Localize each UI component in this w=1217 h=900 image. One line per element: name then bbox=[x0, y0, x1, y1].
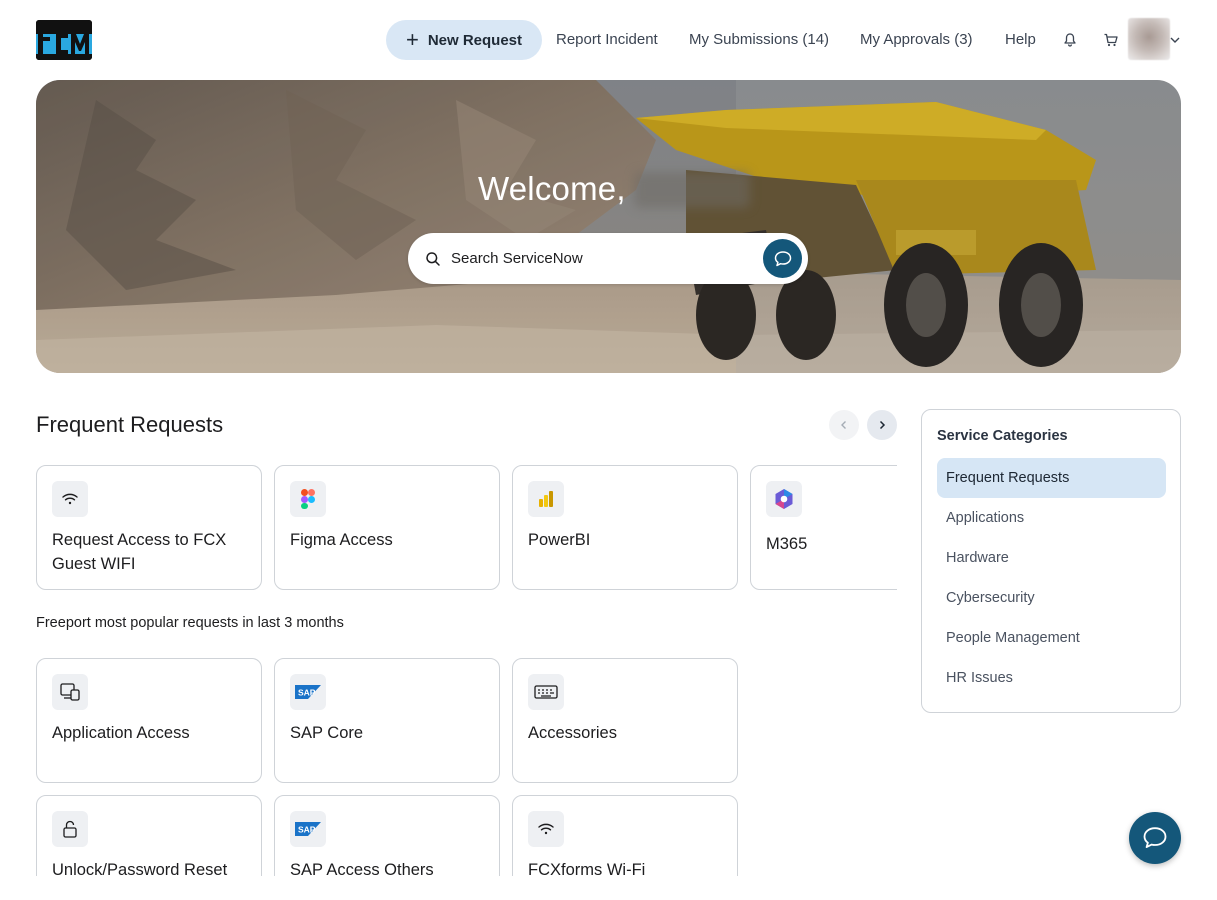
card-label: Unlock/Password Reset bbox=[52, 861, 228, 876]
popular-requests-grid: Application Access SAP SAP Core Accessor… bbox=[36, 658, 738, 876]
search-input[interactable] bbox=[451, 250, 751, 267]
lock-icon bbox=[52, 811, 88, 847]
mining-truck-image bbox=[36, 80, 1181, 373]
top-header: + New Request Report Incident My Submiss… bbox=[0, 0, 1217, 80]
request-card[interactable]: SAP SAP Access Others bbox=[274, 795, 500, 876]
popular-requests-label: Freeport most popular requests in last 3… bbox=[36, 615, 344, 631]
request-card[interactable]: Accessories bbox=[512, 658, 738, 783]
request-card[interactable]: M365 bbox=[750, 465, 897, 590]
svg-text:SAP: SAP bbox=[298, 688, 316, 698]
cart-icon[interactable] bbox=[1103, 32, 1119, 48]
carousel-prev-button[interactable] bbox=[829, 410, 859, 440]
keyboard-icon bbox=[528, 674, 564, 710]
fcx-logo[interactable] bbox=[36, 20, 92, 60]
sap-icon: SAP bbox=[290, 674, 326, 710]
sap-icon: SAP bbox=[290, 811, 326, 847]
m365-icon bbox=[766, 481, 802, 517]
card-label: M365 bbox=[766, 535, 808, 553]
service-categories-title: Service Categories bbox=[937, 428, 1068, 444]
wifi-icon bbox=[52, 481, 88, 517]
request-card[interactable]: SAP SAP Core bbox=[274, 658, 500, 783]
card-label: Figma Access bbox=[290, 531, 393, 549]
welcome-heading: Welcome, bbox=[478, 170, 626, 207]
chat-bubble-icon bbox=[774, 250, 791, 266]
floating-chat-button[interactable] bbox=[1129, 812, 1181, 864]
svg-text:SAP: SAP bbox=[298, 825, 316, 835]
carousel-next-button[interactable] bbox=[867, 410, 897, 440]
category-hr-issues[interactable]: HR Issues bbox=[937, 658, 1166, 698]
help-link[interactable]: Help bbox=[1005, 31, 1036, 48]
request-card[interactable]: Request Access to FCX Guest WIFI bbox=[36, 465, 262, 590]
frequent-requests-carousel: Request Access to FCX Guest WIFI Figma A… bbox=[36, 465, 897, 590]
service-categories-panel: Service Categories Frequent Requests App… bbox=[921, 409, 1181, 713]
card-label: SAP Access Others bbox=[290, 861, 434, 876]
user-avatar[interactable] bbox=[1128, 18, 1170, 60]
card-label: Application Access bbox=[52, 724, 190, 742]
frequent-requests-title: Frequent Requests bbox=[36, 412, 224, 437]
plus-icon: + bbox=[405, 27, 419, 52]
category-cybersecurity[interactable]: Cybersecurity bbox=[937, 578, 1166, 618]
figma-icon bbox=[290, 481, 326, 517]
search-icon bbox=[426, 251, 440, 266]
category-hardware[interactable]: Hardware bbox=[937, 538, 1166, 578]
request-card[interactable]: Application Access bbox=[36, 658, 262, 783]
card-label: Accessories bbox=[528, 724, 617, 742]
wifi-icon bbox=[528, 811, 564, 847]
hero-banner: Welcome, bbox=[36, 80, 1181, 373]
card-label: Request Access to FCX Guest WIFI bbox=[52, 531, 227, 573]
new-request-button[interactable]: + New Request bbox=[386, 20, 542, 60]
main-nav: + New Request bbox=[386, 20, 542, 60]
virtual-agent-button[interactable] bbox=[763, 239, 802, 278]
request-card[interactable]: FCXforms Wi-Fi bbox=[512, 795, 738, 876]
category-frequent-requests[interactable]: Frequent Requests bbox=[937, 458, 1166, 498]
chat-bubble-icon bbox=[1143, 827, 1167, 849]
my-approvals-link[interactable]: My Approvals (3) bbox=[860, 31, 973, 48]
bell-icon[interactable] bbox=[1062, 32, 1078, 48]
card-label: PowerBI bbox=[528, 531, 591, 549]
search-bar[interactable] bbox=[408, 233, 808, 284]
card-label: SAP Core bbox=[290, 724, 364, 742]
request-card[interactable]: Unlock/Password Reset bbox=[36, 795, 262, 876]
chevron-left-icon bbox=[841, 421, 846, 429]
redacted-username bbox=[634, 172, 750, 208]
request-card[interactable]: Figma Access bbox=[274, 465, 500, 590]
category-people-management[interactable]: People Management bbox=[937, 618, 1166, 658]
new-request-label: New Request bbox=[427, 31, 523, 49]
chevron-right-icon bbox=[879, 420, 886, 430]
category-applications[interactable]: Applications bbox=[937, 498, 1166, 538]
chevron-down-icon[interactable] bbox=[1168, 33, 1182, 47]
request-card[interactable]: PowerBI bbox=[512, 465, 738, 590]
app-access-icon bbox=[52, 674, 88, 710]
my-submissions-link[interactable]: My Submissions (14) bbox=[689, 31, 829, 48]
report-incident-link[interactable]: Report Incident bbox=[556, 31, 658, 48]
card-label: FCXforms Wi-Fi bbox=[528, 861, 646, 876]
powerbi-icon bbox=[528, 481, 564, 517]
